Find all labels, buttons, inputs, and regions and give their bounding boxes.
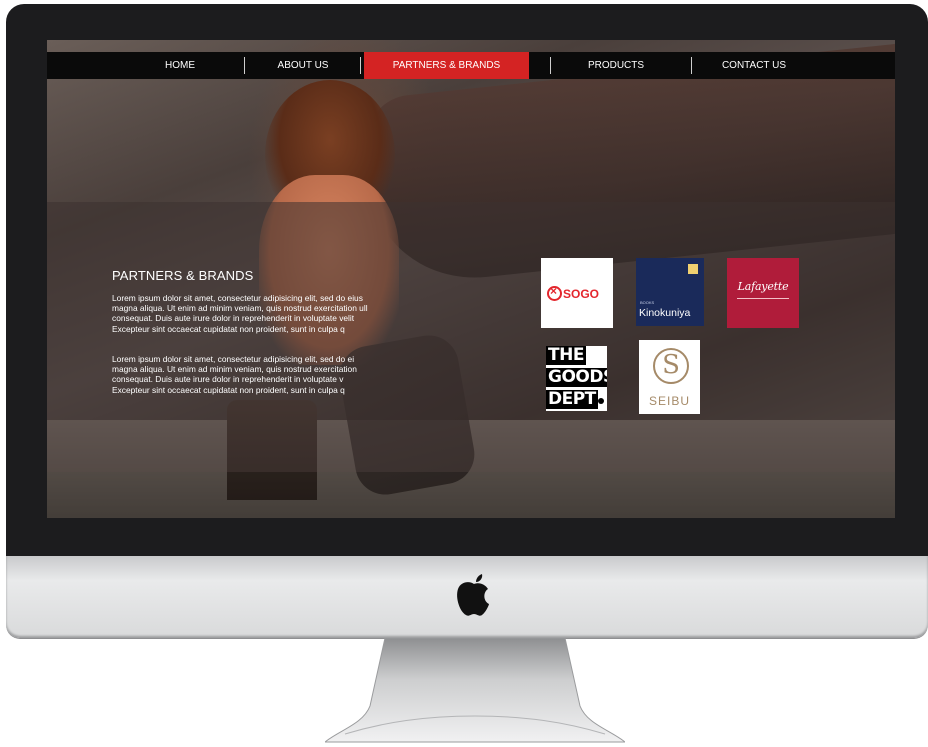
nav-contact-us[interactable]: CONTACT US xyxy=(693,52,815,79)
brand-kinokuniya[interactable]: BOOKS Kinokuniya xyxy=(636,258,704,326)
nav-divider xyxy=(360,57,361,74)
main-nav: HOME ABOUT US PARTNERS & BRANDS PRODUCTS… xyxy=(47,52,895,79)
content-overlay xyxy=(47,202,895,472)
nav-about-us[interactable]: ABOUT US xyxy=(245,52,361,79)
brand-seibu[interactable]: S SEIBU xyxy=(639,340,700,414)
nav-products[interactable]: PRODUCTS xyxy=(552,52,680,79)
sogo-name: SOGO xyxy=(563,287,600,301)
kinokuniya-name: Kinokuniya xyxy=(639,307,691,319)
nav-home[interactable]: HOME xyxy=(117,52,243,79)
sogo-logo: SOGO xyxy=(547,284,600,301)
lafayette-underline xyxy=(737,298,789,299)
goods-dot-icon xyxy=(598,398,604,404)
section-title: PARTNERS & BRANDS xyxy=(112,268,254,283)
kinokuniya-small-label: BOOKS xyxy=(640,300,655,305)
goods-line-1: THE xyxy=(546,346,586,365)
goods-line-3: DEPT xyxy=(546,389,598,409)
body-paragraph: Lorem ipsum dolor sit amet, consectetur … xyxy=(112,354,357,395)
nav-divider xyxy=(691,57,692,74)
seibu-name: SEIBU xyxy=(648,394,690,408)
lafayette-name: Lafayette xyxy=(737,280,789,293)
bottom-strip xyxy=(47,472,895,518)
goods-line-2: GOODS xyxy=(546,368,607,387)
body-paragraph: Lorem ipsum dolor sit amet, consectetur … xyxy=(112,293,368,334)
seibu-mark-icon: S xyxy=(653,348,689,384)
apple-logo-icon xyxy=(457,574,489,616)
website-screen: HOME ABOUT US PARTNERS & BRANDS PRODUCTS… xyxy=(47,40,895,518)
kinokuniya-mark-icon xyxy=(688,264,698,274)
nav-divider xyxy=(550,57,551,74)
sogo-mark-icon xyxy=(547,284,562,301)
brand-lafayette[interactable]: Lafayette xyxy=(727,258,799,328)
nav-partners-brands[interactable]: PARTNERS & BRANDS xyxy=(364,52,529,79)
brand-sogo[interactable]: SOGO xyxy=(541,258,613,328)
brand-goods-dept[interactable]: THE GOODS DEPT xyxy=(546,346,607,411)
monitor-stand xyxy=(325,638,625,743)
